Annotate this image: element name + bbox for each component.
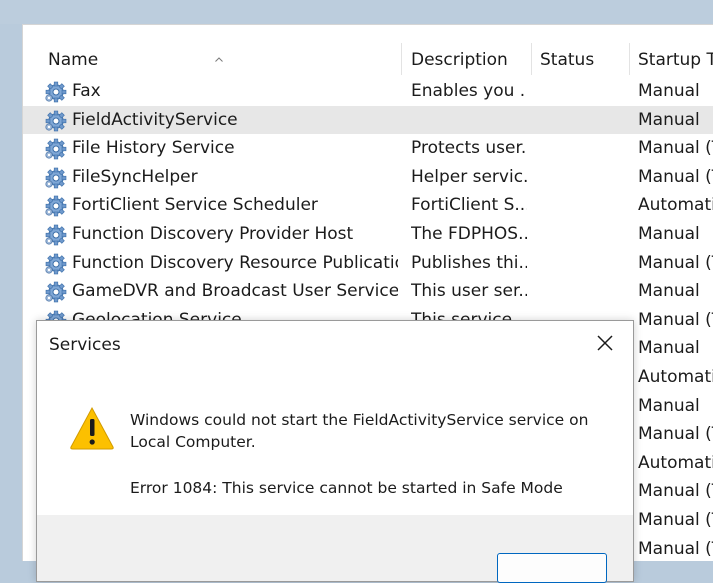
service-status bbox=[540, 191, 626, 219]
service-startup-type: Manual bbox=[638, 81, 700, 101]
column-separator[interactable] bbox=[531, 43, 532, 75]
service-startup-type: Manual bbox=[638, 224, 700, 244]
service-startup-type: Manual (T bbox=[638, 510, 713, 530]
service-startup-type: Manual bbox=[638, 109, 700, 130]
service-startup-type: Manual bbox=[638, 338, 700, 359]
service-status bbox=[540, 77, 626, 105]
table-row[interactable]: FileSyncHelper Helper servic... Manual (T bbox=[23, 163, 713, 191]
table-row[interactable]: Function Discovery Resource Publication P… bbox=[23, 249, 713, 277]
service-name: FileSyncHelper bbox=[72, 166, 198, 187]
service-startup-type: Manual (T bbox=[638, 481, 713, 502]
gear-icon bbox=[45, 167, 67, 189]
table-row[interactable]: Fax Enables you ... Manual bbox=[23, 77, 713, 105]
service-description: This user ser... bbox=[411, 281, 527, 302]
service-startup-type: Manual (T bbox=[638, 252, 713, 273]
service-name: GameDVR and Broadcast User Service_4... bbox=[72, 281, 398, 302]
error-dialog: Services Windows could not start the Fie… bbox=[36, 320, 634, 583]
column-header-description[interactable]: Description bbox=[411, 43, 529, 75]
service-startup-type: Automatic bbox=[638, 367, 713, 387]
service-name: Function Discovery Provider Host bbox=[72, 224, 354, 244]
service-startup-type: Manual bbox=[638, 281, 700, 302]
service-status bbox=[540, 277, 626, 305]
service-description: Protects user... bbox=[411, 138, 527, 159]
ok-button[interactable] bbox=[497, 553, 607, 583]
service-status bbox=[540, 134, 626, 162]
dialog-message: Windows could not start the FieldActivit… bbox=[130, 411, 589, 451]
table-row[interactable]: Function Discovery Provider Host The FDPH… bbox=[23, 220, 713, 248]
column-separator[interactable] bbox=[401, 43, 402, 75]
service-name: File History Service bbox=[72, 138, 235, 159]
service-status bbox=[540, 249, 626, 277]
service-startup-type: Manual (T bbox=[638, 538, 713, 559]
service-startup-type: Automatic bbox=[638, 452, 713, 473]
list-header: Name Description Status Startup Ty bbox=[23, 43, 713, 75]
warning-icon bbox=[70, 406, 114, 450]
service-description bbox=[411, 106, 527, 134]
title-bar-strip bbox=[0, 0, 713, 24]
column-separator[interactable] bbox=[629, 43, 630, 75]
service-name: FieldActivityService bbox=[72, 109, 238, 130]
dialog-error-code: Error 1084: This service cannot be start… bbox=[130, 479, 563, 497]
service-description: Enables you ... bbox=[411, 81, 527, 101]
service-description: Publishes thi... bbox=[411, 252, 527, 273]
dialog-footer bbox=[37, 515, 633, 583]
service-status bbox=[540, 106, 626, 134]
close-icon[interactable] bbox=[591, 329, 619, 357]
service-startup-type: Manual (T bbox=[638, 166, 713, 187]
gear-icon bbox=[45, 195, 67, 217]
dialog-title: Services bbox=[49, 335, 121, 355]
service-description: FortiClient S... bbox=[411, 195, 527, 216]
gear-icon bbox=[45, 138, 67, 160]
gear-icon bbox=[45, 224, 67, 246]
gear-icon bbox=[45, 253, 67, 275]
service-status bbox=[540, 163, 626, 191]
service-startup-type: Manual (T bbox=[638, 309, 713, 330]
service-description: Helper servic... bbox=[411, 166, 527, 187]
column-header-name[interactable]: Name bbox=[48, 43, 398, 75]
table-row[interactable]: File History Service Protects user... Manu… bbox=[23, 134, 713, 162]
service-startup-type: Manual (T bbox=[638, 138, 713, 159]
service-name: FortiClient Service Scheduler bbox=[72, 195, 318, 216]
table-row[interactable]: FortiClient Service Scheduler FortiClient… bbox=[23, 191, 713, 219]
service-startup-type: Manual bbox=[638, 395, 700, 416]
service-description: The FDPHOS... bbox=[411, 224, 527, 244]
column-header-status[interactable]: Status bbox=[540, 43, 628, 75]
service-name: Function Discovery Resource Publication bbox=[72, 252, 398, 273]
service-status bbox=[540, 220, 626, 248]
table-row[interactable]: FieldActivityService Manual bbox=[23, 105, 713, 134]
service-startup-type: Automatic bbox=[638, 195, 713, 216]
gear-icon bbox=[45, 281, 67, 303]
table-row[interactable]: GameDVR and Broadcast User Service_4... T… bbox=[23, 277, 713, 305]
sort-ascending-icon bbox=[215, 57, 223, 62]
gear-icon bbox=[45, 110, 67, 132]
column-header-startup-type[interactable]: Startup Ty bbox=[638, 43, 713, 75]
gear-icon bbox=[45, 81, 67, 103]
service-startup-type: Manual (T bbox=[638, 424, 713, 445]
service-name: Fax bbox=[72, 81, 101, 101]
